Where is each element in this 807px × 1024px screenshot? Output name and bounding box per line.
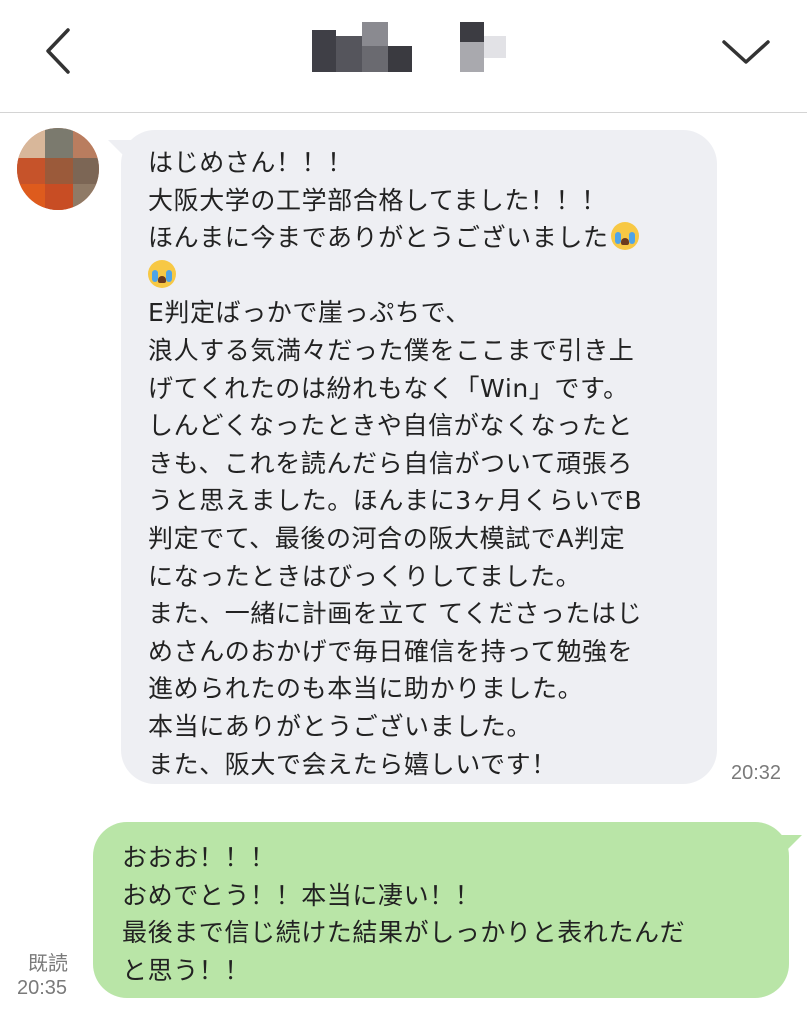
message-line: になったときはびっくりしてました。 [148, 561, 582, 591]
message-line: 進められたのも本当に助かりました。 [148, 674, 584, 704]
message-line: うと思えました。ほんまに3ヶ月くらいでB [148, 486, 643, 516]
chat-header [0, 0, 807, 113]
message-line: 判定でて、最後の河合の阪大模試でA判定 [148, 523, 626, 553]
contact-avatar[interactable] [17, 128, 99, 210]
message-line: げてくれたのは紛れもなく「Win」です。 [148, 373, 629, 403]
outgoing-timestamp: 20:35 [17, 977, 68, 999]
chevron-down-icon [722, 40, 770, 64]
crying-face-icon [610, 222, 639, 251]
message-line: 本当にありがとうございました。 [148, 711, 533, 741]
message-line: 最後まで信じ続けた結果がしっかりと表れたんだ [122, 918, 686, 948]
message-line: おおお！！！ [122, 843, 276, 872]
message-line: 大阪大学の工学部合格してました！！！ [148, 185, 607, 215]
message-line: 浪人する気満々だった僕をここまで引き上 [148, 335, 635, 365]
chevron-left-icon [46, 28, 70, 74]
message-line: きも、これを読んだら自信がついて頑張ろ [148, 448, 633, 478]
outgoing-message-bubble[interactable]: おおお！！！ おめでとう！！本当に凄い！！ 最後まで信じ続けた結果がしっかりと表れた… [93, 822, 789, 998]
incoming-timestamp: 20:32 [731, 762, 782, 784]
message-line: しんどくなったときや自信がなくなったと [148, 411, 633, 441]
message-line: ほんまに今までありがとうございました [148, 219, 717, 257]
message-line [148, 257, 717, 295]
message-line: めさんのおかげで毎日確信を持って勉強を [148, 636, 634, 666]
read-receipt: 既読 [28, 953, 68, 975]
incoming-message-bubble[interactable]: はじめさん！！！ 大阪大学の工学部合格してました！！！ ほんまに今までありがとうござ… [121, 130, 717, 784]
message-line: おめでとう！！本当に凄い！！ [122, 880, 481, 910]
menu-toggle-button[interactable] [716, 28, 776, 72]
message-line: と思う！！ [122, 955, 251, 985]
contact-name-mosaic [312, 22, 512, 74]
message-line: また、一緒に計画を立て てくださったはじ [148, 599, 643, 629]
back-button[interactable] [36, 24, 84, 80]
message-line: E判定ばっかで崖っぷちで、 [148, 298, 471, 328]
crying-face-icon [148, 259, 176, 288]
message-line: はじめさん！！！ [148, 148, 353, 177]
message-line: また、阪大で会えたら嬉しいです！ [148, 749, 557, 779]
